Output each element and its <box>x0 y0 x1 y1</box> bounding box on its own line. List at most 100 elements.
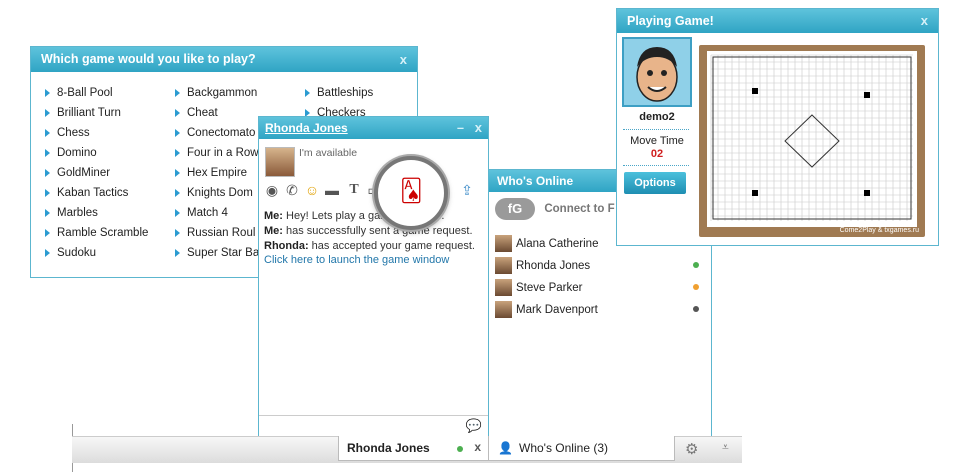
game-name: Domino <box>57 147 97 159</box>
facebook-connect-icon: fG <box>495 198 535 220</box>
chat-messages: Me: Hey! Lets play a game together.. Me:… <box>264 209 479 268</box>
game-list-item[interactable]: Cheat <box>175 103 259 123</box>
arrow-right-icon <box>45 88 50 97</box>
game-list-item[interactable]: Chess <box>45 123 148 143</box>
collapse-icon[interactable]: ⩡ <box>722 440 729 455</box>
avatar <box>265 147 295 177</box>
gear-icon[interactable]: ⚙ <box>685 440 698 458</box>
arrow-right-icon <box>45 148 50 157</box>
arrow-right-icon <box>305 88 310 97</box>
message-sender: Me: <box>264 225 283 237</box>
game-list-item[interactable]: Hex Empire <box>175 163 259 183</box>
playing-game-title: Playing Game! <box>627 14 714 28</box>
game-list-item[interactable]: Brilliant Turn <box>45 103 148 123</box>
game-piece <box>752 88 758 94</box>
options-button[interactable]: Options <box>624 172 686 194</box>
close-icon[interactable]: x <box>400 47 407 72</box>
game-list-item[interactable]: Super Star Ba <box>175 243 259 263</box>
user-icon: 👤 <box>498 441 513 455</box>
status-text: I'm available <box>299 147 358 159</box>
game-list-item[interactable]: Russian Roul <box>175 223 259 243</box>
game-list-item[interactable]: Kaban Tactics <box>45 183 148 203</box>
game-name: Match 4 <box>187 207 228 219</box>
playing-game-window: Playing Game! x demo2 Move Time 02 Optio… <box>616 8 939 246</box>
contact-item[interactable]: Mark Davenport <box>495 298 701 320</box>
webcam-icon[interactable]: ◉ <box>263 181 281 199</box>
arrow-right-icon <box>175 188 180 197</box>
player-name: demo2 <box>639 111 675 123</box>
game-list-item[interactable]: Battleships <box>305 83 373 103</box>
game-name: Ramble Scramble <box>57 227 149 239</box>
facebook-connect-label: Connect to F <box>544 203 615 215</box>
game-list-item[interactable]: Ramble Scramble <box>45 223 148 243</box>
game-name: Chess <box>57 127 90 139</box>
screen-share-icon[interactable]: ▬ <box>323 181 341 199</box>
tab-rhonda-jones[interactable]: Rhonda Jones x <box>338 436 489 461</box>
arrow-right-icon <box>45 108 50 117</box>
game-picker-title: Which game would you like to play? <box>41 52 256 66</box>
game-list-item[interactable]: 8-Ball Pool <box>45 83 148 103</box>
game-name: Marbles <box>57 207 98 219</box>
close-icon[interactable]: x <box>475 117 482 139</box>
game-list-item[interactable]: GoldMiner <box>45 163 148 183</box>
game-column-1: 8-Ball Pool Brilliant Turn Chess Domino Gold… <box>45 83 148 263</box>
game-list-item[interactable]: Sudoku <box>45 243 148 263</box>
message-text: has accepted your game request. <box>311 240 475 252</box>
arrow-right-icon <box>45 188 50 197</box>
arrow-right-icon <box>45 248 50 257</box>
chat-contact-name[interactable]: Rhonda Jones <box>265 121 348 135</box>
chat-message: Me: has successfully sent a game request… <box>264 224 479 238</box>
game-list-item[interactable]: Conectomato <box>175 123 259 143</box>
game-name: Knights Dom <box>187 187 253 199</box>
speech-bubble-icon[interactable]: 💬 <box>466 418 482 434</box>
text-format-icon[interactable]: T <box>345 181 363 199</box>
status-dot <box>693 284 699 290</box>
playing-game-titlebar[interactable]: Playing Game! x <box>617 9 938 33</box>
game-picker-titlebar[interactable]: Which game would you like to play? x <box>31 47 417 72</box>
avatar <box>495 257 512 275</box>
minimize-icon[interactable]: – <box>457 117 464 139</box>
game-board[interactable]: Come2Play & txgames.ru <box>699 45 925 237</box>
launch-game-link[interactable]: Click here to launch the game window <box>264 254 449 266</box>
contact-item[interactable]: Steve Parker <box>495 276 701 298</box>
tab-label: Who's Online (3) <box>519 441 608 455</box>
game-piece <box>864 92 870 98</box>
play-game-icon[interactable]: 🂡 <box>400 178 423 204</box>
chat-input[interactable]: 💬 <box>259 415 488 436</box>
player-avatar <box>622 37 692 107</box>
emoticon-icon[interactable]: ☺ <box>303 181 321 199</box>
chat-titlebar[interactable]: Rhonda Jones – x <box>259 117 488 139</box>
voice-icon[interactable]: ✆ <box>283 181 301 199</box>
game-list-item[interactable]: Match 4 <box>175 203 259 223</box>
file-upload-icon[interactable]: ⇪ <box>458 181 476 199</box>
arrow-right-icon <box>175 108 180 117</box>
contact-item[interactable]: Rhonda Jones <box>495 254 701 276</box>
tab-whos-online[interactable]: 👤 Who's Online (3) <box>488 436 675 461</box>
game-name: Backgammon <box>187 87 258 99</box>
game-name: GoldMiner <box>57 167 111 179</box>
move-time-label: Move Time <box>630 135 684 147</box>
avatar <box>495 235 512 253</box>
game-list-item[interactable]: Domino <box>45 143 148 163</box>
board-credit: Come2Play & txgames.ru <box>839 227 919 234</box>
tab-label: Rhonda Jones <box>347 441 430 455</box>
game-list-item[interactable]: Backgammon <box>175 83 259 103</box>
game-list-item[interactable]: Four in a Row <box>175 143 259 163</box>
arrow-right-icon <box>45 228 50 237</box>
contact-name: Alana Catherine <box>516 237 599 250</box>
message-text: has successfully sent a game request. <box>286 225 473 237</box>
whos-online-title: Who's Online <box>497 174 574 188</box>
game-list-item[interactable]: Marbles <box>45 203 148 223</box>
arrow-right-icon <box>175 88 180 97</box>
avatar <box>495 301 512 319</box>
arrow-right-icon <box>45 168 50 177</box>
game-name: Super Star Ba <box>187 247 260 259</box>
game-piece <box>752 190 758 196</box>
chat-toolbar: ◉ ✆ ☺ ▬ T ▭ ⇪ <box>263 181 483 203</box>
close-icon[interactable]: x <box>474 440 481 454</box>
contact-name: Mark Davenport <box>516 303 598 316</box>
divider <box>623 129 689 130</box>
close-icon[interactable]: x <box>921 9 928 33</box>
game-column-2: Backgammon Cheat Conectomato Four in a Row H… <box>175 83 259 263</box>
game-list-item[interactable]: Knights Dom <box>175 183 259 203</box>
